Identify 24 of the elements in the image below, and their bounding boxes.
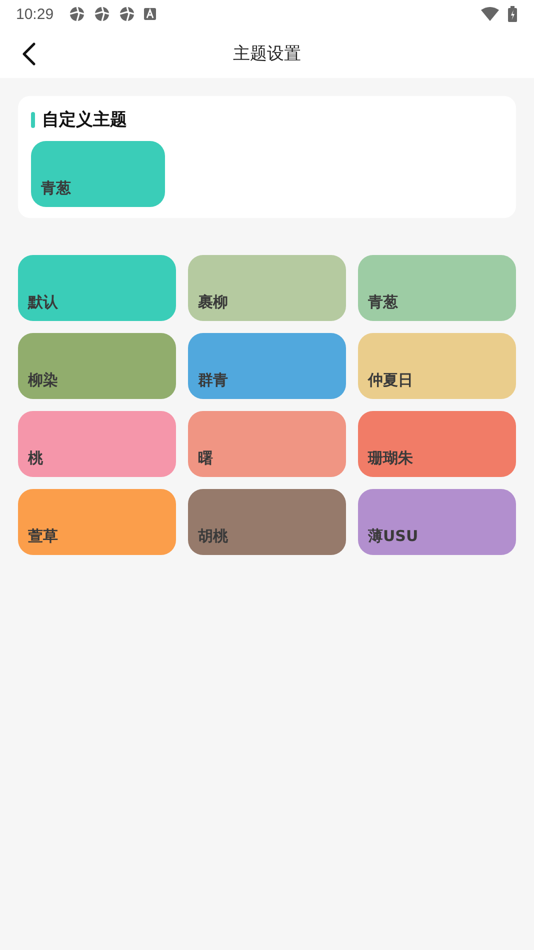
aperture-icon xyxy=(118,6,135,22)
theme-tile[interactable]: 青葱 xyxy=(31,141,165,207)
theme-tile[interactable]: 萱草 xyxy=(18,489,176,555)
theme-tile[interactable]: 群青 xyxy=(188,333,346,399)
accent-bar xyxy=(31,112,35,128)
theme-tile[interactable]: 柳染 xyxy=(18,333,176,399)
keyboard-icon xyxy=(144,8,156,20)
theme-tile[interactable]: 珊瑚朱 xyxy=(358,411,516,477)
theme-tile[interactable]: 默认 xyxy=(18,255,176,321)
theme-tile[interactable]: 薄USU xyxy=(358,489,516,555)
section-title: 自定义主题 xyxy=(42,109,127,131)
theme-tile[interactable]: 桃 xyxy=(18,411,176,477)
aperture-icon xyxy=(94,6,110,22)
page-title: 主题设置 xyxy=(233,42,301,64)
theme-tile[interactable]: 仲夏日 xyxy=(358,333,516,399)
theme-tile[interactable]: 裹柳 xyxy=(188,255,346,321)
back-icon xyxy=(22,42,36,66)
aperture-icon xyxy=(68,6,85,22)
status-time: 10:29 xyxy=(16,6,54,22)
battery-icon xyxy=(508,6,517,22)
theme-tile[interactable]: 曙 xyxy=(188,411,346,477)
wifi-icon xyxy=(481,7,499,21)
theme-tile[interactable]: 胡桃 xyxy=(188,489,346,555)
theme-tile[interactable]: 青葱 xyxy=(358,255,516,321)
